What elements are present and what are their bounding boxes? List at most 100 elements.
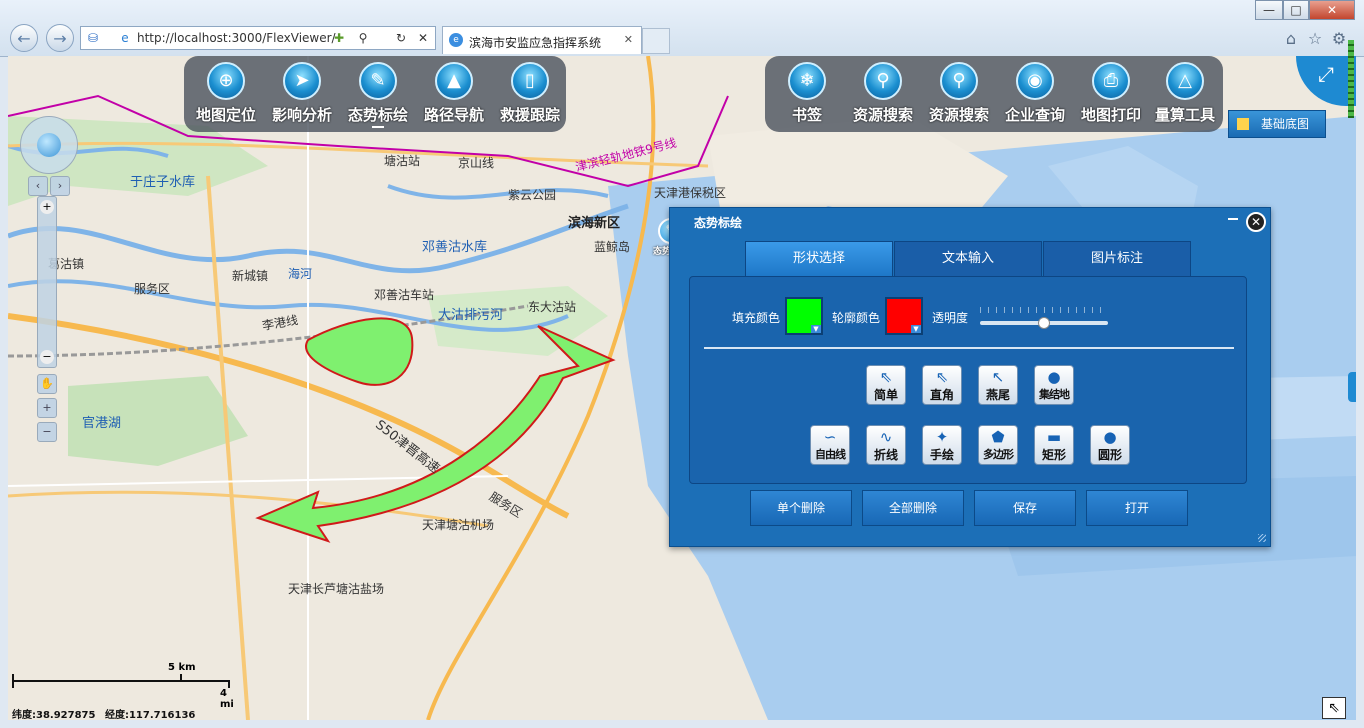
close-panel-icon[interactable]: ✕ <box>1246 212 1266 232</box>
home-icon[interactable]: ⌂ <box>1282 30 1300 48</box>
fill-color-picker[interactable]: ▼ <box>785 297 823 335</box>
shape-label: 折线 <box>873 448 898 462</box>
minimize-button[interactable]: — <box>1255 0 1283 20</box>
tool-measure[interactable]: △ 量算工具 <box>1147 62 1223 125</box>
map-label: 天津塘沽机场 <box>422 518 495 532</box>
tool-resource-search-1[interactable]: ⚲ 资源搜索 <box>845 62 921 125</box>
search-icon[interactable]: ⚲ <box>355 30 371 46</box>
shield-icon: ⛁ <box>87 31 99 45</box>
close-window-button[interactable]: ✕ <box>1309 0 1355 20</box>
shape-simple-arrow[interactable]: ⇖ 简单 <box>866 365 906 405</box>
save-button[interactable]: 保存 <box>974 490 1076 526</box>
ie-favicon-icon: e <box>449 33 463 47</box>
freehand-arrow-icon: ✦ <box>935 428 949 446</box>
search-map-icon: ⚲ <box>940 62 978 100</box>
freehand-line-icon: ∽ <box>823 428 837 446</box>
shape-polyline[interactable]: ∿ 折线 <box>866 425 906 465</box>
zoom-out-tool-icon[interactable]: − <box>37 422 57 442</box>
delete-single-button[interactable]: 单个删除 <box>750 490 852 526</box>
shape-freehand-arrow[interactable]: ✦ 手绘 <box>922 425 962 465</box>
forward-button[interactable]: → <box>46 24 74 52</box>
maximize-button[interactable]: □ <box>1283 0 1309 20</box>
shape-polygon[interactable]: ⬟ 多边形 <box>978 425 1018 465</box>
shape-assembly-area[interactable]: ● 集结地 <box>1034 365 1074 405</box>
loading-indicator <box>1348 40 1354 118</box>
draw-map-icon: ✎ <box>359 62 397 100</box>
rectangle-icon: ▬ <box>1046 428 1062 446</box>
pan-hand-icon[interactable]: ✋ <box>37 374 57 394</box>
tool-resource-search-2[interactable]: ⚲ 资源搜索 <box>921 62 997 125</box>
favorites-star-icon[interactable]: ☆ <box>1306 30 1324 48</box>
minimize-panel-icon[interactable] <box>1228 218 1238 220</box>
lon-value: 117.716136 <box>128 710 196 721</box>
browser-tab[interactable]: e 滨海市安监应急指挥系统 ✕ <box>442 26 642 54</box>
ruler-triangle-icon: △ <box>1166 62 1204 100</box>
new-tab-button[interactable] <box>642 28 670 54</box>
tab-text-input[interactable]: 文本输入 <box>894 241 1042 277</box>
tool-map-print[interactable]: ⎙ 地图打印 <box>1073 62 1149 125</box>
shape-freehand-line[interactable]: ∽ 自由线 <box>810 425 850 465</box>
side-panel-toggle[interactable] <box>1348 372 1356 402</box>
shape-swallowtail-arrow[interactable]: ↖ 燕尾 <box>978 365 1018 405</box>
compat-icon[interactable]: ✚ <box>331 30 347 46</box>
resize-grip-icon[interactable] <box>1258 534 1266 542</box>
shape-right-angle-arrow[interactable]: ⇖ 直角 <box>922 365 962 405</box>
map-label: 官港湖 <box>82 416 122 431</box>
tool-route-navigation[interactable]: ▲ 路径导航 <box>416 62 492 125</box>
zoom-slider[interactable]: + − <box>37 196 57 368</box>
outline-color-picker[interactable]: ▼ <box>885 297 923 335</box>
tool-rescue-tracking[interactable]: ▯ 救援跟踪 <box>492 62 568 125</box>
tab-image-annotation[interactable]: 图片标注 <box>1043 241 1191 277</box>
map-label: 塘沽站 <box>384 154 421 168</box>
phone-icon: ▯ <box>511 62 549 100</box>
refresh-icon[interactable]: ↻ <box>393 30 409 46</box>
delete-all-button[interactable]: 全部删除 <box>862 490 964 526</box>
back-button[interactable]: ← <box>10 24 38 52</box>
circle-icon: ● <box>1103 428 1117 446</box>
map-label: 服务区 <box>134 282 171 296</box>
zoom-in-tool-icon[interactable]: + <box>37 398 57 418</box>
rotate-left-icon[interactable]: ‹ <box>28 176 48 196</box>
map-label: 京山线 <box>458 156 495 170</box>
zoom-in-icon[interactable]: + <box>40 200 54 214</box>
tool-map-locate[interactable]: ⊕ 地图定位 <box>188 62 264 125</box>
open-button[interactable]: 打开 <box>1086 490 1188 526</box>
slider-ticks <box>980 307 1108 313</box>
slider-knob[interactable] <box>1038 317 1050 329</box>
tool-bookmark[interactable]: ❄ 书签 <box>769 62 845 125</box>
shape-label: 简单 <box>873 388 898 402</box>
map-label: 蓝鲸岛 <box>594 240 631 254</box>
zoom-out-icon[interactable]: − <box>40 350 54 364</box>
shape-label: 多边形 <box>983 448 1014 461</box>
printer-icon: ⎙ <box>1092 62 1130 100</box>
stop-icon[interactable]: ✕ <box>415 30 431 46</box>
overview-toggle-button[interactable]: ⇖ <box>1322 697 1346 719</box>
polygon-icon: ⬟ <box>991 428 1005 446</box>
close-tab-icon[interactable]: ✕ <box>624 33 633 46</box>
shape-circle[interactable]: ● 圆形 <box>1090 425 1130 465</box>
tool-label: 地图打印 <box>1080 106 1141 124</box>
right-angle-arrow-icon: ⇖ <box>935 368 949 386</box>
tool-enterprise-query[interactable]: ◉ 企业查询 <box>997 62 1073 125</box>
scale-tick <box>180 674 182 680</box>
shape-rectangle[interactable]: ▬ 矩形 <box>1034 425 1074 465</box>
scale-mi-label: 4 mi <box>220 688 234 710</box>
tool-label: 地图定位 <box>195 106 256 124</box>
url-text: http://localhost:3000/FlexViewer/ <box>137 31 336 45</box>
coordinate-readout: 纬度:38.927875 经度:117.716136 <box>12 706 195 721</box>
tab-shape-select[interactable]: 形状选择 <box>745 241 893 277</box>
shape-label: 燕尾 <box>985 388 1010 402</box>
opacity-slider[interactable] <box>980 307 1108 329</box>
basemap-button[interactable]: 基础底图 <box>1228 110 1326 138</box>
pointer-icon: ➤ <box>283 62 321 100</box>
map-label: 于庄子水库 <box>130 175 196 190</box>
expand-icon: ⤢ <box>1318 62 1334 86</box>
arrow-upleft-icon: ⇖ <box>1328 700 1340 716</box>
pan-control[interactable] <box>20 116 78 174</box>
map-label: 海河 <box>288 267 313 281</box>
tool-impact-analysis[interactable]: ➤ 影响分析 <box>264 62 340 125</box>
rotate-right-icon[interactable]: › <box>50 176 70 196</box>
address-bar[interactable]: ⛁ e http://localhost:3000/FlexViewer/ ✚ … <box>80 26 436 50</box>
tool-situation-plot[interactable]: ✎ 态势标绘 <box>340 62 416 125</box>
settings-gear-icon[interactable]: ⚙ <box>1330 30 1348 48</box>
